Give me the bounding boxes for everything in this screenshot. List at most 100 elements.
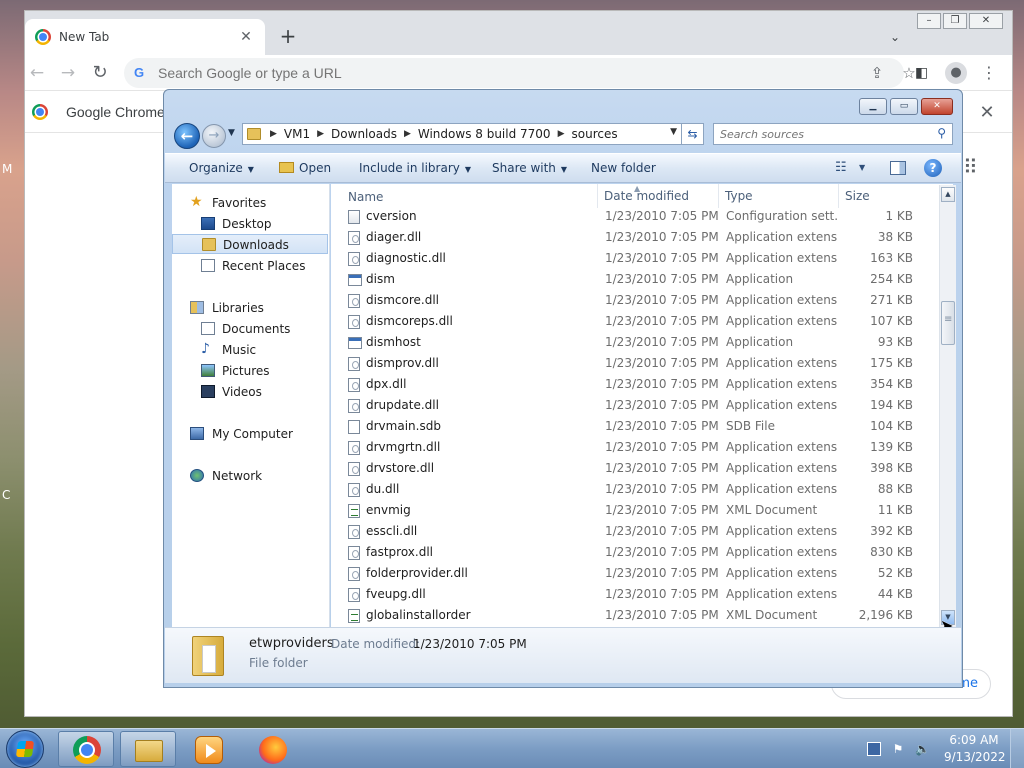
file-row[interactable]: esscli.dll 1/23/2010 7:05 PM Application e… [331,521,953,542]
file-row[interactable]: dpx.dll 1/23/2010 7:05 PM Application exte… [331,374,953,395]
preview-pane-icon[interactable] [890,161,906,175]
new-tab-button[interactable]: + [275,24,301,50]
google-apps-grid-icon[interactable]: ⠿ [963,157,978,177]
file-name: drvmain.sdb [366,419,441,433]
file-row[interactable]: dismcoreps.dll 1/23/2010 7:05 PM Applicati… [331,311,953,332]
breadcrumb-sources[interactable]: sources [572,127,618,141]
column-size[interactable]: Size [838,184,870,208]
new-folder-button[interactable]: New folder [591,161,656,175]
file-row[interactable]: globalinstallorder 1/23/2010 7:05 PM XML D… [331,605,953,626]
dll-file-icon [348,483,360,497]
profile-avatar-icon[interactable]: ● [945,62,967,84]
explorer-close-button[interactable]: ✕ [921,98,953,115]
nav-pictures[interactable]: Pictures [172,361,328,381]
refresh-icon[interactable]: ⇆ [682,123,704,145]
omnibox-input[interactable] [158,65,778,81]
nav-my-computer[interactable]: My Computer [172,424,328,444]
reload-icon[interactable]: ↻ [88,61,112,85]
search-icon[interactable]: ⚲ [937,126,946,140]
start-button-windows-logo-icon[interactable] [6,730,44,768]
file-row[interactable]: diagnostic.dll 1/23/2010 7:05 PM Applicati… [331,248,953,269]
chrome-menu-kebab-icon[interactable]: ⋮ [981,64,997,82]
open-button[interactable]: Open [279,161,331,175]
organize-button[interactable]: Organize ▼ [189,161,254,175]
address-dropdown-chevron-icon[interactable]: ▼ [670,127,677,137]
navigation-pane: ★ Favorites Desktop Downloads Recent Plac… [172,184,330,627]
show-desktop-button[interactable] [1010,729,1024,768]
breadcrumb-separator-icon[interactable]: ▶ [317,129,324,139]
file-row[interactable]: dismprov.dll 1/23/2010 7:05 PM Application… [331,353,953,374]
clock-date[interactable]: 9/13/2022 [944,750,1006,764]
chrome-minimize-button[interactable]: – [917,13,941,29]
file-row[interactable]: envmig 1/23/2010 7:05 PM XML Document 11 KB [331,500,953,521]
nav-recent-places[interactable]: Recent Places [172,256,328,276]
omnibox[interactable]: G ⇪ ☆ [124,58,916,88]
nav-music[interactable]: ♪ Music [172,340,328,360]
share-with-button[interactable]: Share with ▼ [492,161,567,175]
file-row[interactable]: cversion 1/23/2010 7:05 PM Configuration s… [331,206,953,227]
breadcrumb-windows8-build[interactable]: Windows 8 build 7700 [418,127,551,141]
file-row[interactable]: drvstore.dll 1/23/2010 7:05 PM Application… [331,458,953,479]
forward-arrow-icon[interactable]: → [56,61,80,85]
breadcrumb-separator-icon[interactable]: ▶ [270,129,277,139]
file-row[interactable]: du.dll 1/23/2010 7:05 PM Application exten… [331,479,953,500]
nav-downloads[interactable]: Downloads [172,234,328,254]
breadcrumb-separator-icon[interactable]: ▶ [404,129,411,139]
column-date-modified[interactable]: Date modified [597,184,689,208]
details-item-type: File folder [249,656,308,670]
infobar-close-icon[interactable]: ✕ [977,102,997,123]
column-type[interactable]: Type [718,184,753,208]
breadcrumb-downloads[interactable]: Downloads [331,127,397,141]
breadcrumb-vm1[interactable]: VM1 [284,127,310,141]
include-in-library-button[interactable]: Include in library ▼ [359,161,471,175]
explorer-back-arrow-icon[interactable]: ← [174,123,200,149]
nav-documents[interactable]: Documents [172,319,328,339]
scroll-up-arrow-icon[interactable]: ▲ [941,187,955,202]
vertical-scrollbar[interactable]: ▲ ▼ [939,185,956,627]
back-arrow-icon[interactable]: ← [25,61,49,85]
tab-search-chevron-icon[interactable]: ⌄ [885,27,905,47]
clock-time[interactable]: 6:09 AM [948,733,1000,747]
search-input[interactable] [720,127,930,141]
file-row[interactable]: diager.dll 1/23/2010 7:05 PM Application e… [331,227,953,248]
network-tray-icon[interactable] [867,742,881,756]
column-name[interactable]: Name [348,190,383,204]
action-center-flag-icon[interactable]: ⚑ [891,742,905,756]
address-bar[interactable]: ▶ VM1 ▶ Downloads ▶ Windows 8 build 7700… [242,123,682,145]
nav-favorites[interactable]: ★ Favorites [172,193,328,213]
explorer-minimize-button[interactable]: ▁ [859,98,887,115]
chrome-maximize-button[interactable]: ❐ [943,13,967,29]
file-row[interactable]: dismcore.dll 1/23/2010 7:05 PM Application… [331,290,953,311]
file-row[interactable]: drupdate.dll 1/23/2010 7:05 PM Application… [331,395,953,416]
nav-network[interactable]: Network [172,466,328,486]
side-panel-icon[interactable]: ◧ [915,65,931,81]
file-row[interactable]: dism 1/23/2010 7:05 PM Application 254 KB [331,269,953,290]
breadcrumb-separator-icon[interactable]: ▶ [558,129,565,139]
taskbar-chrome-button[interactable] [58,731,114,767]
share-icon[interactable]: ⇪ [868,64,886,82]
taskbar-firefox-button[interactable] [244,731,300,767]
file-row[interactable]: drvmain.sdb 1/23/2010 7:05 PM SDB File 104 … [331,416,953,437]
file-row[interactable]: dismhost 1/23/2010 7:05 PM Application 93 K… [331,332,953,353]
nav-desktop[interactable]: Desktop [172,214,328,234]
nav-libraries[interactable]: Libraries [172,298,328,318]
taskbar-explorer-button[interactable] [120,731,176,767]
taskbar-media-player-button[interactable] [180,731,236,767]
scrollbar-thumb[interactable] [941,301,955,345]
chrome-close-button[interactable]: ✕ [969,13,1003,29]
help-icon[interactable]: ? [924,159,942,177]
file-row[interactable]: fastprox.dll 1/23/2010 7:05 PM Application… [331,542,953,563]
nav-videos[interactable]: Videos [172,382,328,402]
file-row[interactable]: fveupg.dll 1/23/2010 7:05 PM Application e… [331,584,953,605]
change-view-icon[interactable]: ☷ [835,160,847,175]
chrome-tab-new-tab[interactable]: New Tab ✕ [25,19,265,55]
file-row[interactable]: drvmgrtn.dll 1/23/2010 7:05 PM Application… [331,437,953,458]
volume-icon[interactable]: 🔈 [915,742,930,756]
explorer-maximize-button[interactable]: ▭ [890,98,918,115]
file-row[interactable]: folderprovider.dll 1/23/2010 7:05 PM Appli… [331,563,953,584]
recent-pages-chevron-icon[interactable]: ▼ [228,128,235,138]
explorer-forward-arrow-icon[interactable]: → [202,124,226,148]
view-options-chevron-icon[interactable]: ▼ [859,163,865,172]
tab-close-icon[interactable]: ✕ [237,29,255,45]
search-box[interactable]: ⚲ [713,123,953,145]
